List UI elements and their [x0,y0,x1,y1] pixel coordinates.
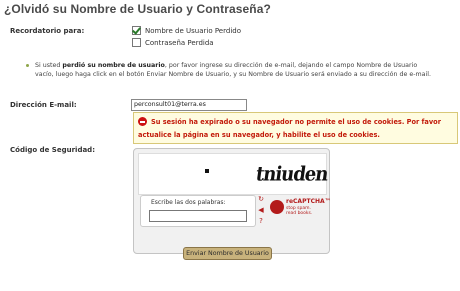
email-field[interactable]: perconsult01@terra.es [131,99,247,111]
captcha-widget: tniuden Escribe las dos palabras: ↻ ◀ ? … [133,148,331,254]
error-line-2: actualice la página en su navegador, y h… [138,131,380,139]
submit-button[interactable]: Enviar Nombre de Usuario [183,247,272,260]
captcha-words: tniuden [254,162,330,187]
recaptcha-brand: reCAPTCHA™ [286,198,331,205]
option-username-label: Nombre de Usuario Perdido [145,26,241,35]
info-part1: Si usted [35,62,63,69]
audio-icon[interactable]: ◀ [257,206,265,214]
recaptcha-tagline-2: read books. [286,211,313,216]
refresh-icon[interactable]: ↻ [257,195,265,203]
checkbox-password[interactable] [132,38,141,47]
captcha-answer-input[interactable] [149,210,247,222]
captcha-answer-label: Escribe las dos palabras: [151,199,226,206]
info-text: Si usted perdió su nombre de usuario, po… [35,61,435,79]
recaptcha-logo-icon [270,200,284,214]
captcha-answer-panel: Escribe las dos palabras: [140,195,256,227]
security-label: Código de Seguridad: [10,146,95,154]
error-icon [138,117,147,126]
email-label: Dirección E-mail: [10,101,77,109]
captcha-image: tniuden [138,153,330,195]
page-title: ¿Olvidó su Nombre de Usuario y Contraseñ… [4,2,271,16]
bullet-icon [26,64,29,67]
option-password-label: Contraseña Perdida [145,38,214,47]
reminder-label: Recordatorio para: [10,27,85,35]
recaptcha-tagline: stop spam. read books. [286,206,312,216]
help-icon[interactable]: ? [257,217,265,225]
captcha-noise-dot [205,169,209,173]
recaptcha-logo: reCAPTCHA™ stop spam. read books. [270,197,331,223]
error-line-1: Su sesión ha expirado o su navegador no … [151,118,441,126]
info-bold: perdió su nombre de usuario [62,62,165,69]
error-message: Su sesión ha expirado o su navegador no … [133,112,458,144]
option-lost-username[interactable]: Nombre de Usuario Perdido [132,26,241,35]
checkbox-username[interactable] [132,26,141,35]
option-lost-password[interactable]: Contraseña Perdida [132,38,214,47]
